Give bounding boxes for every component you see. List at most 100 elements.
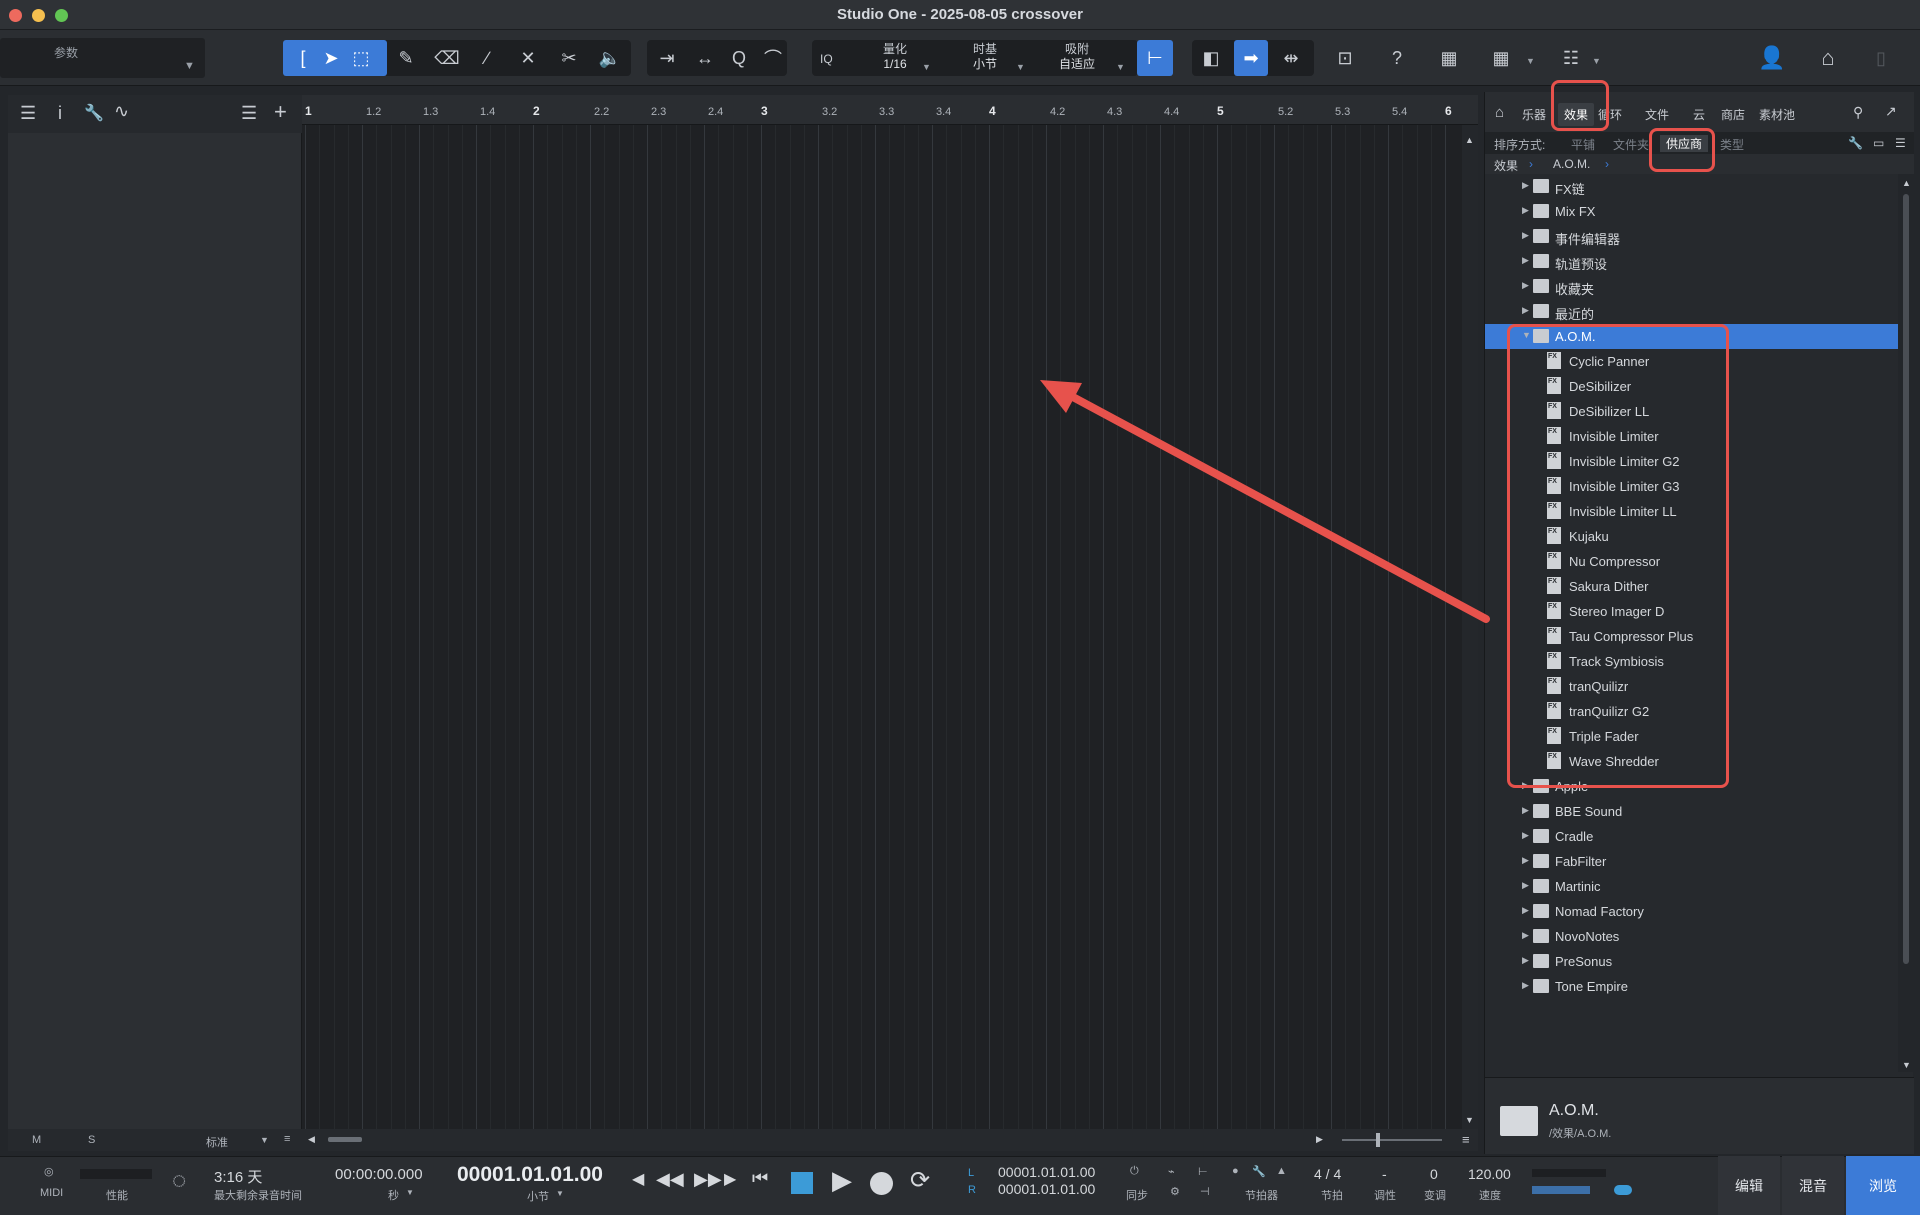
tree-folder-vendor[interactable]: ▶ NovoNotes	[1485, 924, 1898, 949]
pencil-tool-button[interactable]: ✎	[389, 40, 423, 76]
play-button[interactable]: ▶	[832, 1165, 852, 1196]
rewind-button[interactable]: ◀◀	[656, 1169, 684, 1190]
expand-right-icon[interactable]: ▶	[1522, 905, 1529, 916]
info-icon[interactable]: i	[58, 103, 62, 124]
return-to-zero-button[interactable]: ⏮	[752, 1168, 768, 1189]
next-marker-button[interactable]: ▶	[724, 1169, 736, 1189]
video-button[interactable]: ▦	[1432, 40, 1466, 76]
automation-curve-icon[interactable]: ∿	[114, 101, 129, 122]
edit-view-button[interactable]: 编辑	[1718, 1156, 1780, 1215]
punch-icon[interactable]: ⊢	[1198, 1165, 1208, 1178]
tab-shop[interactable]: 商店	[1721, 106, 1745, 123]
expand-right-icon[interactable]: ▶	[1522, 880, 1529, 891]
sort-flat[interactable]: 平铺	[1571, 136, 1595, 153]
zoom-slider[interactable]	[1342, 1139, 1442, 1141]
expand-right-icon[interactable]: ▶	[1522, 280, 1529, 291]
precount-icon[interactable]: ⌁	[1168, 1165, 1175, 1178]
params-dropdown[interactable]: 参数 ▼	[0, 38, 205, 78]
home-icon[interactable]: ⌂	[1495, 104, 1504, 121]
stretch-tool-button[interactable]: ↔	[688, 40, 722, 76]
sort-folder[interactable]: 文件夹	[1613, 136, 1649, 153]
account-button[interactable]: 👤	[1755, 40, 1789, 76]
tree-folder[interactable]: ▶ FX链	[1485, 174, 1898, 199]
arrange-vertical-scrollbar[interactable]: ▲ ▼	[1462, 125, 1478, 1129]
loop-start-value[interactable]: 00001.01.01.00	[998, 1164, 1095, 1180]
add-track-icon[interactable]: +	[274, 99, 287, 125]
arrow-tool-button[interactable]: [ ➤ ⬚	[283, 40, 387, 76]
menu-icon[interactable]: ≡	[284, 1133, 290, 1145]
punch-out-icon[interactable]: ⊣	[1200, 1185, 1210, 1198]
edit-cursor-button[interactable]: ⇹	[1274, 40, 1308, 76]
settings-icon[interactable]: ⚙	[1170, 1185, 1180, 1198]
expand-right-icon[interactable]: ▶	[1522, 805, 1529, 816]
list-icon[interactable]: ☰	[241, 103, 257, 124]
mute-all-button[interactable]: M	[32, 1134, 41, 1146]
expand-right-icon[interactable]: ▶	[1522, 855, 1529, 866]
breadcrumb-aom[interactable]: A.O.M.	[1553, 157, 1590, 171]
listen-tool-button[interactable]: 🔈	[593, 40, 627, 76]
expand-right-icon[interactable]: ▶	[1522, 180, 1529, 191]
tree-folder-vendor[interactable]: ▶ FabFilter	[1485, 849, 1898, 874]
iq-button[interactable]: IQ	[820, 52, 833, 67]
tree-folder-vendor[interactable]: ▶ Nomad Factory	[1485, 899, 1898, 924]
sync-icon[interactable]: ⏻	[1130, 1165, 1139, 1178]
prev-marker-button[interactable]: ◀	[632, 1169, 644, 1189]
browser-scrollbar-thumb[interactable]	[1903, 194, 1909, 964]
tab-files[interactable]: 文件	[1645, 106, 1669, 123]
zoom-slider-handle[interactable]	[1376, 1133, 1380, 1147]
tree-folder[interactable]: ▶ 轨道预设	[1485, 249, 1898, 274]
horizontal-scrollbar-thumb[interactable]	[328, 1137, 362, 1142]
search-icon[interactable]: ⚲	[1853, 104, 1863, 121]
tree-folder[interactable]: ▶ 事件编辑器	[1485, 224, 1898, 249]
quantize-select[interactable]: 量化 1/16	[870, 42, 920, 72]
metronome-dot-icon[interactable]: ●	[1232, 1165, 1239, 1177]
expand-right-icon[interactable]: ▶	[1522, 955, 1529, 966]
home-button[interactable]: ⌂	[1811, 40, 1845, 76]
stop-button[interactable]	[791, 1172, 813, 1194]
loop-follow-button[interactable]: ◧	[1194, 40, 1228, 76]
scroll-left-icon[interactable]: ◀	[308, 1134, 315, 1145]
transpose-value[interactable]: 0	[1430, 1166, 1438, 1182]
list-view-icon[interactable]: ☰	[1895, 136, 1906, 150]
paint-tool-button[interactable]: ∕	[470, 40, 504, 76]
browser-scrollbar[interactable]: ▲ ▼	[1898, 174, 1914, 1072]
document-button[interactable]: ▯	[1864, 40, 1898, 76]
plugin-view-button[interactable]: ⊡	[1328, 40, 1362, 76]
breadcrumb-effects[interactable]: 效果	[1494, 157, 1518, 174]
track-height-select[interactable]: 标准	[206, 1134, 228, 1150]
grid-button[interactable]: ▦	[1484, 40, 1518, 76]
snap-select[interactable]: 吸附 自适应	[1052, 42, 1102, 72]
arrange-view[interactable]	[302, 125, 1468, 1129]
popout-icon[interactable]: ↗	[1885, 103, 1897, 120]
tab-pool[interactable]: 素材池	[1759, 106, 1795, 123]
tree-folder-vendor[interactable]: ▶ BBE Sound	[1485, 799, 1898, 824]
browse-view-button[interactable]: 浏览	[1846, 1156, 1920, 1215]
loop-end-value[interactable]: 00001.01.01.00	[998, 1181, 1095, 1197]
tree-folder-vendor[interactable]: ▶ Martinic	[1485, 874, 1898, 899]
metronome-icon[interactable]: ▲	[1276, 1165, 1287, 1177]
expand-right-icon[interactable]: ▶	[1522, 830, 1529, 841]
tempo-value[interactable]: 120.00	[1468, 1166, 1511, 1182]
snap-toggle-button[interactable]: ⊢	[1137, 40, 1173, 76]
zoom-menu-icon[interactable]: ≡	[1462, 1132, 1470, 1147]
tree-folder-vendor[interactable]: ▶ Cradle	[1485, 824, 1898, 849]
metronome-wrench-icon[interactable]: 🔧	[1252, 1165, 1266, 1178]
sort-type[interactable]: 类型	[1720, 136, 1744, 153]
expand-right-icon[interactable]: ▶	[1522, 930, 1529, 941]
signature-value[interactable]: 4 / 4	[1314, 1166, 1341, 1182]
autoscroll-follow-button[interactable]: ➡	[1234, 40, 1268, 76]
tree-folder-vendor[interactable]: ▶ PreSonus	[1485, 949, 1898, 974]
scroll-right-icon[interactable]: ▶	[1316, 1134, 1323, 1145]
key-value[interactable]: -	[1382, 1166, 1387, 1182]
timeline-ruler[interactable]: 1 1.2 1.3 1.4 2 2.2 2.3 2.4 3 3.2 3.3 3.4 4 4.2 4.3 4.4…	[302, 95, 1478, 125]
seconds-display[interactable]: 00:00:00.000	[335, 1166, 423, 1183]
record-button[interactable]	[870, 1172, 893, 1195]
timebase-select[interactable]: 时基 小节	[960, 42, 1010, 72]
expand-right-icon[interactable]: ▶	[1522, 230, 1529, 241]
tree-folder-vendor[interactable]: ▶ Tone Empire	[1485, 974, 1898, 999]
forward-button[interactable]: ▶▶	[694, 1169, 722, 1190]
skip-tool-button[interactable]: ⇥	[650, 40, 684, 76]
help-button[interactable]: ?	[1380, 40, 1414, 76]
expand-right-icon[interactable]: ▶	[1522, 980, 1529, 991]
master-volume-slider[interactable]	[1532, 1186, 1590, 1194]
